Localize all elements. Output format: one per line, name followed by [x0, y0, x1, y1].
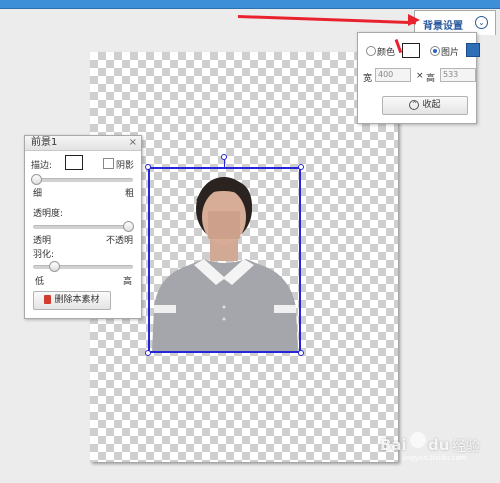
watermark-text-2: du [428, 436, 450, 454]
collapse-button[interactable]: ^ 收起 [382, 96, 468, 115]
baidu-watermark: Bai du 经验 jingyan.baidu.com [374, 430, 496, 464]
foreground-panel-header: 前景1 × [25, 136, 141, 151]
paw-icon [410, 432, 426, 448]
opacity-slider-knob[interactable] [123, 221, 134, 232]
color-radio[interactable] [366, 46, 376, 56]
opacity-slider-track[interactable] [33, 225, 133, 229]
feather-slider-knob[interactable] [49, 261, 61, 272]
trash-icon [44, 295, 52, 304]
times-label: × [416, 71, 424, 81]
resize-handle-top-left[interactable] [145, 164, 151, 170]
stroke-slider-knob[interactable] [31, 174, 42, 185]
arrow-head-1 [408, 14, 420, 26]
width-label: 宽 [363, 74, 373, 84]
image-label: 图片 [441, 48, 460, 58]
background-settings-title: 背景设置 [423, 21, 463, 32]
stroke-slider-track[interactable] [33, 178, 133, 182]
foreground-panel: 前景1 × 描边: 阴影 细 粗 透明度: 透明 不透明 羽化: 低 高 删除本… [24, 135, 142, 319]
thick-label: 粗 [125, 189, 135, 199]
close-icon[interactable]: × [129, 136, 137, 150]
shadow-checkbox[interactable] [103, 158, 114, 169]
watermark-text-3: 经验 [452, 439, 480, 455]
feather-slider-track[interactable] [33, 265, 133, 269]
chevron-up-icon: ^ [409, 99, 420, 110]
collapse-label: 收起 [422, 100, 441, 110]
watermark-text-1: Bai [380, 436, 407, 454]
height-input[interactable]: 533 [440, 68, 476, 82]
thin-label: 细 [33, 189, 43, 199]
chevron-down-icon[interactable]: ⌄ [475, 16, 488, 29]
width-input[interactable]: 400 [375, 68, 411, 82]
low-label: 低 [35, 277, 45, 287]
high-label: 高 [123, 277, 133, 287]
height-label: 高 [426, 74, 436, 84]
resize-handle-top-right[interactable] [298, 164, 304, 170]
background-settings-panel: 颜色 图片 宽 400 × 高 533 ^ 收起 [357, 32, 480, 124]
stroke-color-swatch[interactable] [65, 155, 83, 170]
foreground-panel-title: 前景1 [31, 137, 58, 148]
annotation-arrow-1 [237, 15, 416, 25]
transparent-label: 透明 [33, 236, 52, 246]
image-radio[interactable] [430, 46, 440, 56]
resize-handle-bottom-right[interactable] [298, 350, 304, 356]
color-label: 颜色 [377, 48, 396, 58]
opaque-label: 不透明 [106, 236, 134, 246]
opacity-label: 透明度: [33, 209, 64, 219]
delete-material-label: 删除本素材 [54, 295, 100, 305]
watermark-sub: jingyan.baidu.com [402, 454, 467, 462]
stroke-label: 描边: [31, 161, 53, 171]
rotate-handle[interactable] [221, 154, 227, 160]
top-bar [0, 0, 500, 9]
image-picker-icon[interactable] [466, 43, 480, 57]
resize-handle-bottom-left[interactable] [145, 350, 151, 356]
delete-material-button[interactable]: 删除本素材 [33, 291, 111, 310]
feather-label: 羽化: [33, 250, 55, 260]
shadow-label: 阴影 [116, 161, 135, 171]
selection-frame[interactable] [148, 167, 301, 353]
background-color-swatch[interactable] [402, 43, 420, 58]
